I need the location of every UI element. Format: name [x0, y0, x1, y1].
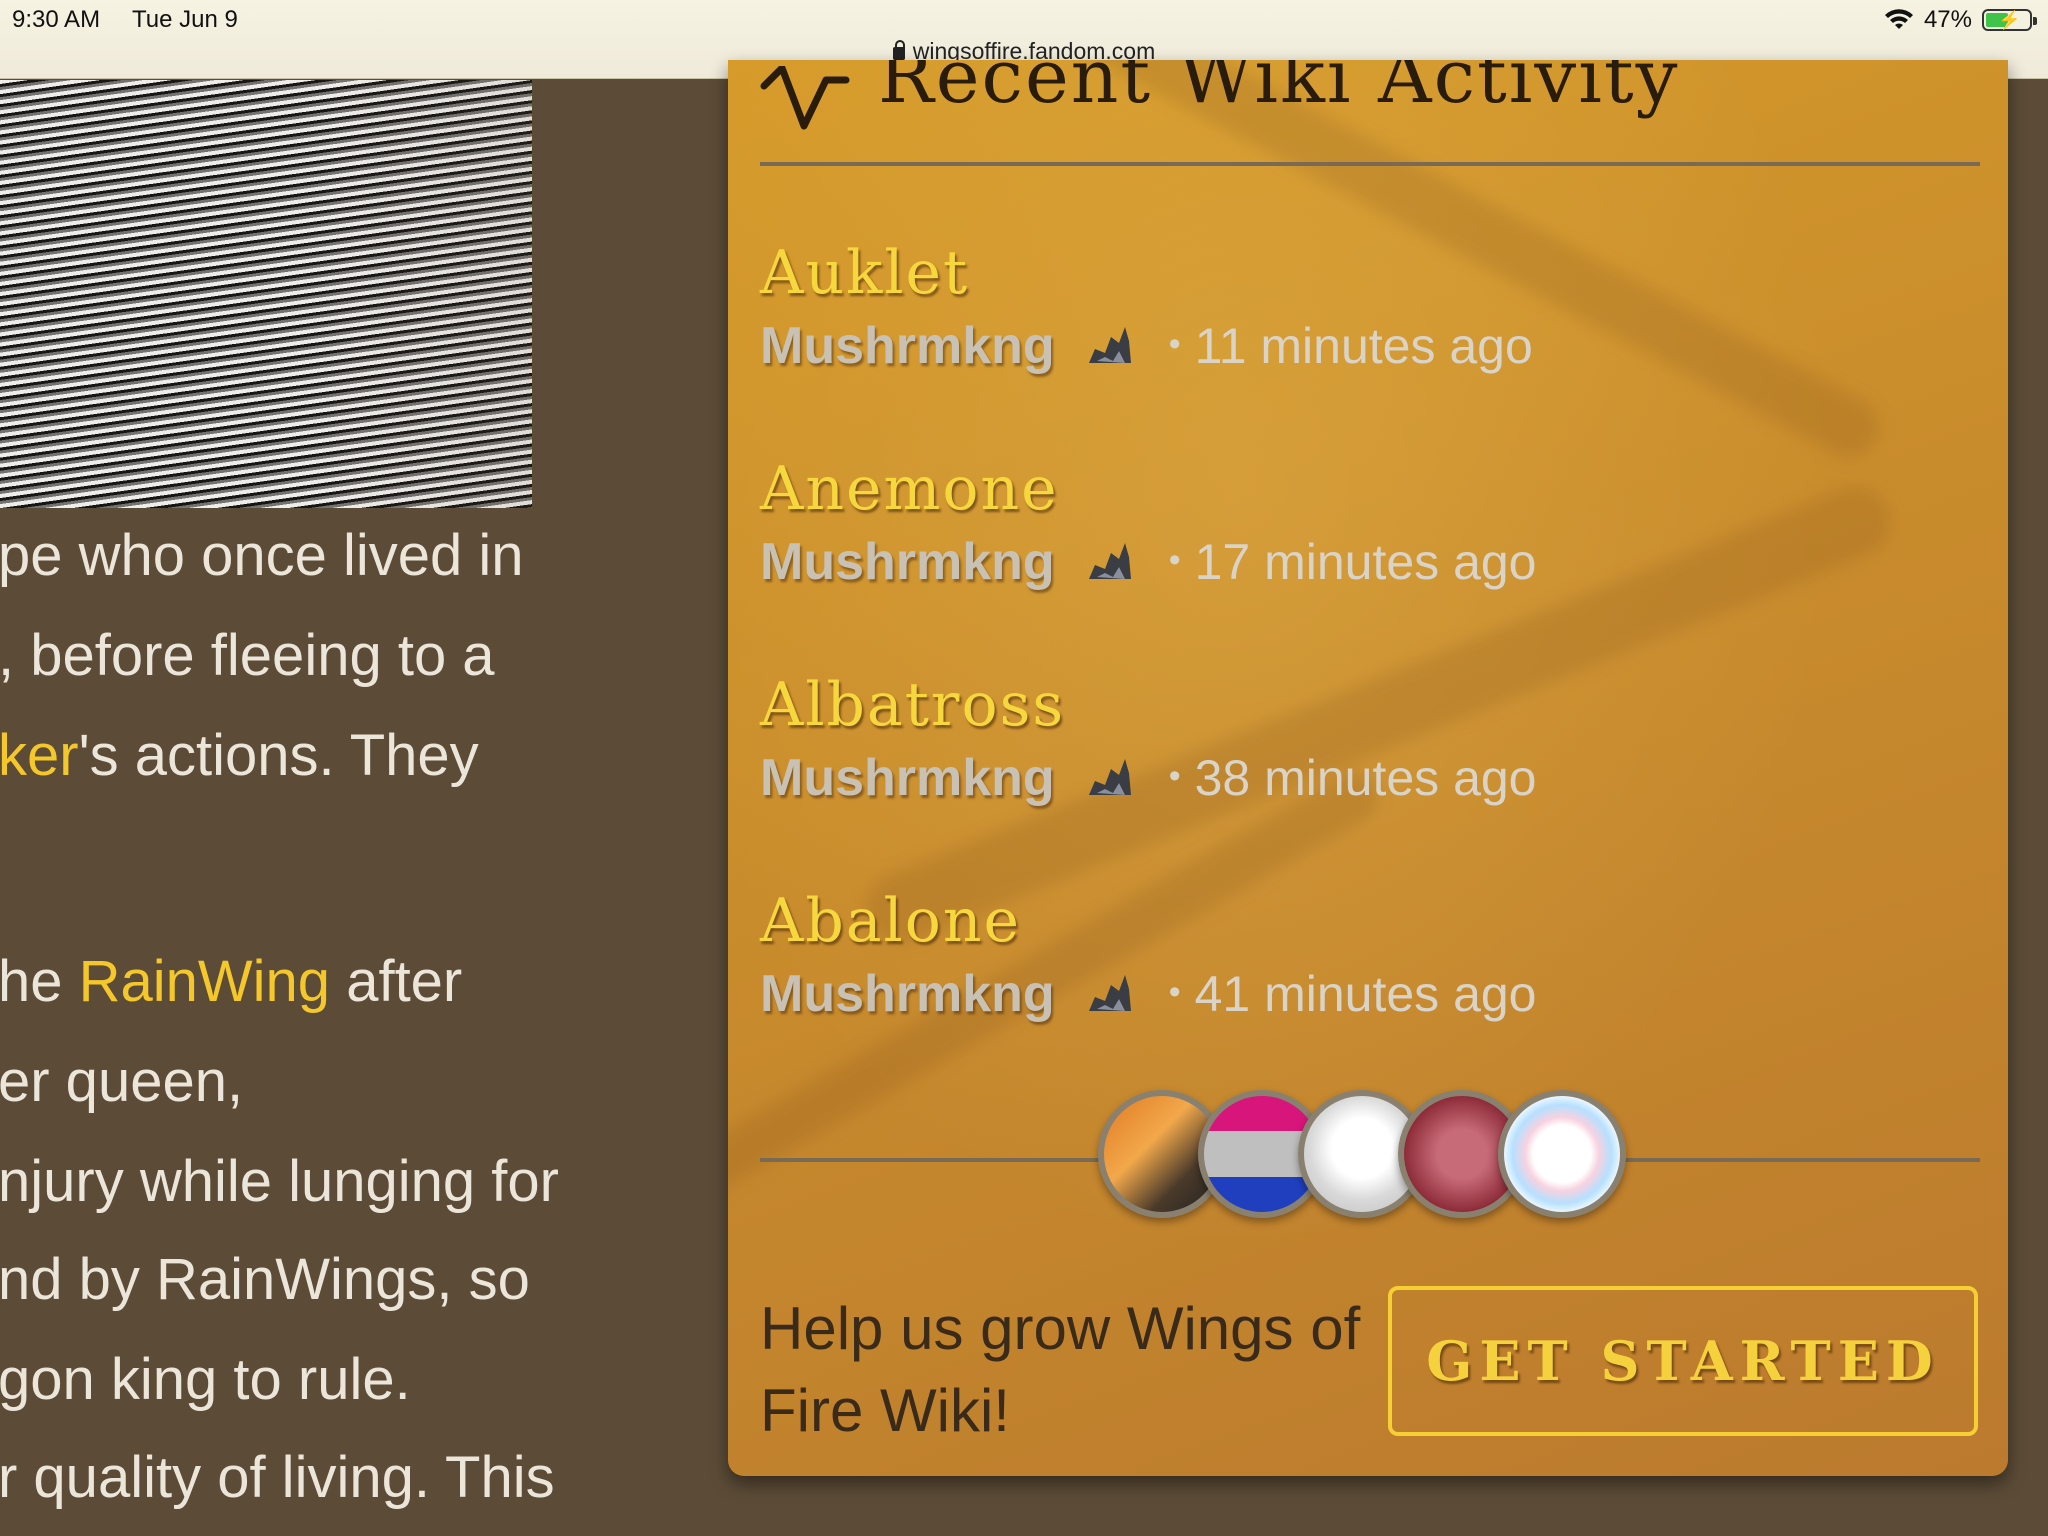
activity-page-title[interactable]: Abalone [760, 886, 1960, 956]
activity-page-title[interactable]: Auklet [760, 238, 1960, 308]
contributor-avatar[interactable] [1498, 1090, 1626, 1218]
activity-page-title[interactable]: Anemone [760, 454, 1960, 524]
lock-icon [892, 40, 905, 60]
user-avatar-icon [1088, 975, 1131, 1011]
get-started-button[interactable]: GET STARTED [1388, 1286, 1978, 1436]
battery-percent: 47% [1923, 6, 1972, 33]
user-avatar-icon [1088, 543, 1131, 579]
article-link[interactable]: ker [0, 723, 79, 788]
article-line: ker's actions. They [0, 723, 479, 788]
activity-item: Abalone Mushrmkng 41 minutes ago [760, 886, 1960, 1024]
user-avatar-icon [1088, 327, 1131, 363]
article-line: nd by RainWings, so [0, 1247, 530, 1312]
activity-time: 38 minutes ago [1169, 749, 1537, 807]
article-line: gon king to rule. [0, 1347, 411, 1412]
contributor-avatars [1098, 1090, 1648, 1230]
cta-text: Help us grow Wings of Fire Wiki! [760, 1295, 1361, 1444]
activity-user[interactable]: Mushrmkng [760, 532, 1055, 592]
status-time: 9:30 AM [12, 6, 101, 33]
panel-title: Recent Wiki Activity [878, 60, 1680, 120]
activity-user[interactable]: Mushrmkng [760, 316, 1055, 376]
activity-time: 41 minutes ago [1169, 965, 1537, 1023]
article-line: er queen, [0, 1049, 244, 1114]
panel-header: Recent Wiki Activity [760, 60, 1980, 160]
activity-item: Albatross Mushrmkng 38 minutes ago [760, 670, 1960, 808]
article-image[interactable] [0, 80, 532, 508]
activity-item: Auklet Mushrmkng 11 minutes ago [760, 238, 1960, 376]
activity-page-title[interactable]: Albatross [760, 670, 1960, 740]
status-date: Tue Jun 9 [132, 6, 238, 33]
article-line: njury while lunging for [0, 1149, 559, 1214]
rainwing-link[interactable]: RainWing [79, 949, 330, 1014]
recent-activity-panel: Recent Wiki Activity Auklet Mushrmkng 11… [728, 60, 2008, 1476]
status-indicators: 47% ⚡ [1884, 6, 2037, 34]
activity-item: Anemone Mushrmkng 17 minutes ago [760, 454, 1960, 592]
activity-user[interactable]: Mushrmkng [760, 748, 1055, 808]
activity-time: 17 minutes ago [1169, 533, 1537, 591]
header-divider [760, 162, 1980, 166]
article-line: he RainWing after [0, 949, 463, 1014]
user-avatar-icon [1088, 759, 1131, 795]
battery-charging-icon: ⚡ [1982, 9, 2037, 31]
wifi-icon [1884, 9, 1913, 29]
article-line: r quality of living. This [0, 1445, 555, 1510]
activity-time: 11 minutes ago [1169, 317, 1533, 375]
article-line: pe who once lived in [0, 523, 524, 588]
article-line: , before fleeing to a [0, 623, 495, 688]
activity-pulse-icon [760, 66, 850, 130]
activity-user[interactable]: Mushrmkng [760, 964, 1055, 1024]
